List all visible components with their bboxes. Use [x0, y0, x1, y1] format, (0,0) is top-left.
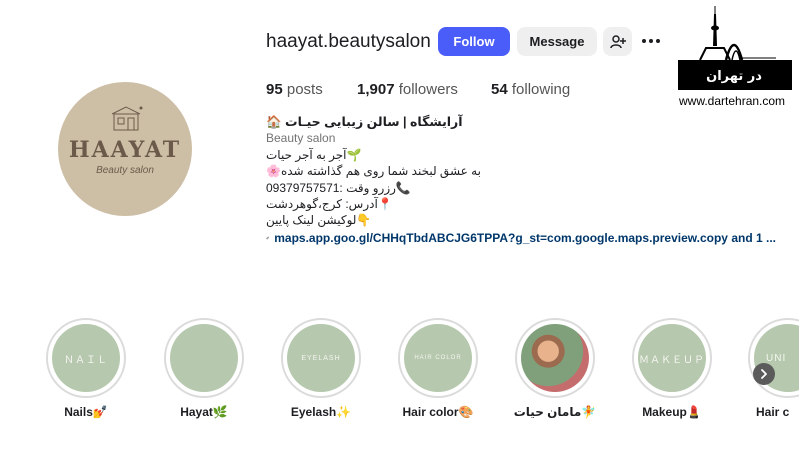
bio-category: Beauty salon [266, 131, 336, 146]
following-stat[interactable]: 54 following [491, 81, 570, 98]
highlight-cover [170, 324, 238, 392]
profile-username: haayat.beautysalon [266, 31, 431, 52]
highlight-ring: ＮＡＩＬ [46, 318, 126, 398]
avatar-logo-subtitle: Beauty salon [96, 165, 154, 176]
bio-line-4: 📍آدرس: کرج،گوهردشت [266, 196, 393, 211]
highlight-cover: HAIR COLOR [404, 324, 472, 392]
message-button[interactable]: Message [517, 27, 597, 56]
highlight-ring: HAIR COLOR [398, 318, 478, 398]
following-count: 54 [491, 81, 508, 98]
highlight-ring: ＭＡＫＥＵＰ [632, 318, 712, 398]
followers-count: 1,907 [357, 81, 395, 98]
following-label: following [511, 81, 571, 98]
highlights-next-button[interactable] [753, 363, 775, 385]
link-icon [266, 236, 269, 240]
highlight-ring: UNI [748, 318, 799, 398]
highlight-maman-hayat[interactable]: مامان حیات🧚 [513, 318, 597, 419]
avatar-logo-text: HAAYAT [68, 137, 182, 163]
add-person-icon [609, 34, 626, 48]
watermark-site: www.dartehran.com [679, 94, 786, 108]
watermark-brand: در تهران [706, 69, 762, 84]
highlight-hair-color[interactable]: HAIR COLOR Hair color🎨 [396, 318, 480, 419]
story-highlights: ＮＡＩＬ Nails💅 Hayat🌿 EYELASH Eyelash✨ HAIR… [0, 318, 799, 428]
highlight-label: Eyelash✨ [290, 405, 352, 419]
bio-line-1: 🌱آجر به آجر حیات [266, 147, 362, 162]
salon-building-icon [111, 106, 143, 131]
bio-link[interactable]: maps.app.goo.gl/CHHqTbdABCJG6TPPA?g_st=c… [266, 230, 776, 246]
posts-stat[interactable]: 95 posts [266, 81, 323, 98]
highlight-label: Hair c [756, 405, 790, 419]
followers-stat[interactable]: 1,907 followers [357, 81, 458, 98]
highlight-cover: EYELASH [287, 324, 355, 392]
bio-line-2: به عشق لبخند شما روی هم گذاشته شده🌸 [266, 164, 481, 179]
bio-link-text: maps.app.goo.gl/CHHqTbdABCJG6TPPA?g_st=c… [274, 230, 776, 245]
highlight-ring [164, 318, 244, 398]
bio-name: آرایشگاه | سالن زیبایی حیـات 🏠 [266, 115, 463, 129]
bio-line-3: 📞رزرو وقت :09379757571 [266, 180, 411, 195]
highlight-nails[interactable]: ＮＡＩＬ Nails💅 [44, 318, 128, 419]
highlight-makeup[interactable]: ＭＡＫＥＵＰ Makeup💄 [630, 318, 714, 419]
highlight-label: Makeup💄 [642, 405, 702, 419]
follow-button[interactable]: Follow [438, 27, 510, 56]
highlight-label: مامان حیات🧚 [513, 405, 597, 419]
highlight-cover: ＭＡＫＥＵＰ [638, 324, 706, 392]
highlight-cover: ＮＡＩＬ [52, 324, 120, 392]
highlight-label: Hair color🎨 [402, 405, 474, 419]
more-options-icon[interactable] [642, 33, 666, 49]
chevron-right-icon [761, 369, 767, 379]
posts-label: posts [286, 81, 323, 98]
profile-avatar[interactable]: HAAYAT Beauty salon [58, 82, 192, 216]
posts-count: 95 [266, 81, 283, 98]
followers-label: followers [398, 81, 458, 98]
highlight-ring [515, 318, 595, 398]
profile-bio: آرایشگاه | سالن زیبایی حیـات 🏠 Beauty sa… [266, 114, 776, 246]
highlight-label: Nails💅 [64, 405, 108, 419]
highlight-eyelash[interactable]: EYELASH Eyelash✨ [279, 318, 363, 419]
highlight-label: Hayat🌿 [180, 405, 228, 419]
highlight-ring: EYELASH [281, 318, 361, 398]
highlight-hayat[interactable]: Hayat🌿 [162, 318, 246, 419]
bio-line-5: 👇لوکیشن لینک پایین [266, 213, 372, 228]
suggest-user-button[interactable] [603, 27, 632, 56]
highlight-cover [521, 324, 589, 392]
